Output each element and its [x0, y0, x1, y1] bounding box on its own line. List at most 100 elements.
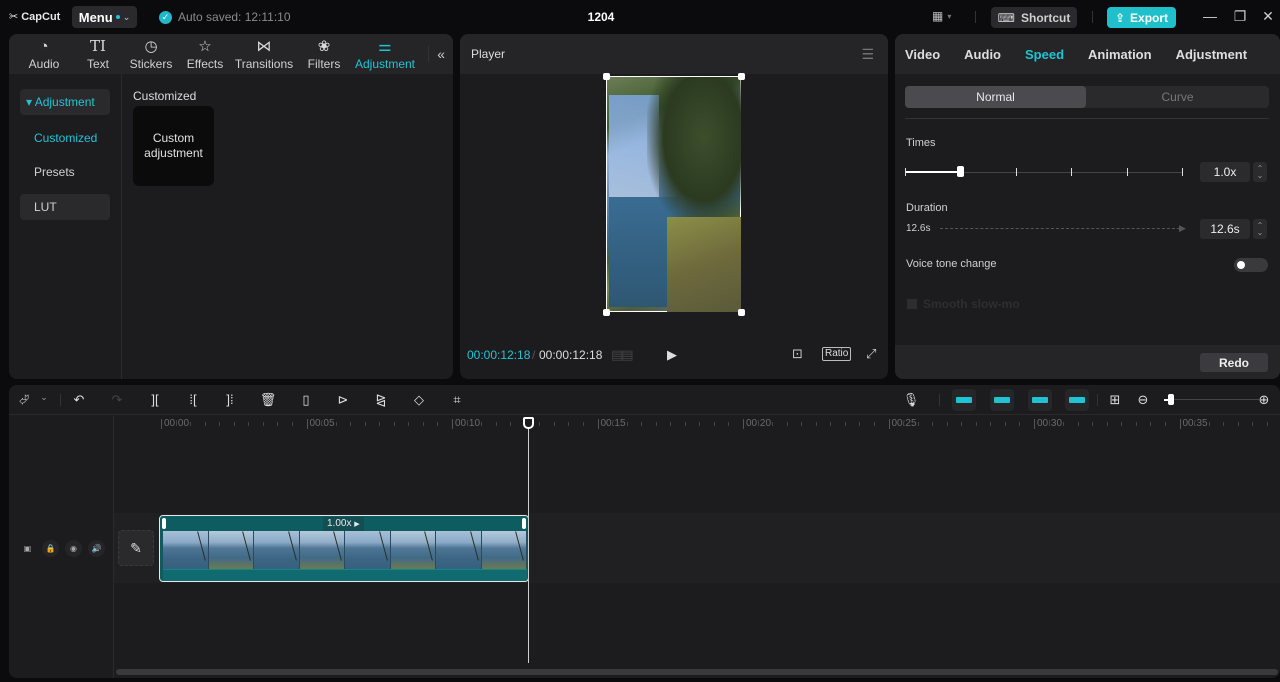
preview-axis-button[interactable]: [1065, 389, 1089, 411]
zoom-in-icon[interactable]: ⊕: [1255, 392, 1273, 408]
video-clip[interactable]: 1.00x ▶: [159, 515, 529, 582]
restore-button[interactable]: ❐: [1230, 8, 1250, 25]
fullscreen-icon[interactable]: ⤢: [866, 346, 876, 362]
tab-stickers[interactable]: ◷ Stickers: [123, 38, 179, 71]
tab-filters[interactable]: ❀ Filters: [297, 38, 351, 71]
play-button[interactable]: ▶: [667, 347, 677, 363]
tab-adjustment[interactable]: ⚌ Adjustment: [351, 38, 419, 71]
undo-icon[interactable]: ↶: [70, 392, 88, 408]
resize-handle[interactable]: [738, 73, 745, 80]
microphone-icon[interactable]: 🎙: [902, 392, 920, 408]
ruler-tick: [728, 422, 730, 426]
ruler-tick: [364, 422, 366, 426]
checkbox: [907, 299, 917, 309]
chevron-down-icon[interactable]: ⌄: [35, 392, 53, 403]
ruler-tick: [335, 422, 337, 426]
shortcut-button[interactable]: ⌨ Shortcut: [991, 7, 1077, 28]
tab-text[interactable]: TI Text: [73, 37, 123, 71]
redo-icon[interactable]: ↷: [108, 392, 126, 408]
ruler-tick: [626, 422, 628, 426]
mirror-icon[interactable]: ⧎: [372, 392, 390, 408]
edit-cover-button[interactable]: ✎: [118, 530, 154, 566]
track-controls: ▣ 🔒 ◉ 🔊: [19, 540, 105, 557]
ruler-tick: [510, 422, 512, 426]
normal-mode-button[interactable]: Normal: [905, 86, 1086, 108]
thumbnail: [208, 531, 254, 569]
eye-icon[interactable]: ◉: [65, 540, 82, 557]
reverse-icon[interactable]: ⊳: [334, 392, 352, 408]
redo-button[interactable]: Redo: [1200, 353, 1268, 372]
divider: [939, 394, 940, 406]
tab-audio[interactable]: ◔ Audio: [15, 38, 73, 71]
zoom-slider-knob[interactable]: [1168, 394, 1174, 405]
lock-icon[interactable]: 🔒: [42, 540, 59, 557]
speaker-icon[interactable]: 🔊: [88, 540, 105, 557]
auto-snap-button[interactable]: [990, 389, 1014, 411]
ruler-tick: [830, 422, 832, 426]
tab-adjustment[interactable]: Adjustment: [1176, 47, 1248, 62]
close-button[interactable]: ✕: [1258, 8, 1278, 25]
playhead-line[interactable]: [528, 419, 529, 663]
times-slider-knob[interactable]: [957, 166, 965, 177]
zoom-view-icon[interactable]: ⊡: [792, 346, 803, 362]
resize-handle[interactable]: [603, 73, 610, 80]
thumbnail: [481, 531, 527, 569]
ruler-tick: [801, 422, 803, 426]
layout-button[interactable]: ▦ ▾: [932, 9, 951, 23]
select-cursor-icon[interactable]: ⮰: [15, 392, 33, 408]
video-preview[interactable]: [606, 76, 741, 312]
ratio-button[interactable]: Ratio: [822, 347, 852, 361]
sidebar-item-lut[interactable]: LUT: [20, 194, 110, 220]
minimize-button[interactable]: —: [1200, 8, 1220, 24]
clip-trim-handle-right[interactable]: [522, 518, 526, 529]
tab-audio[interactable]: Audio: [964, 47, 1001, 62]
timeline-ruler[interactable]: 00:0000:0500:1000:1500:2000:2500:3000:35: [114, 416, 1280, 433]
sidebar-item-customized[interactable]: Customized: [20, 125, 110, 151]
zoom-out-icon[interactable]: ⊖: [1134, 392, 1152, 408]
cover-icon[interactable]: ▣: [19, 540, 36, 557]
thumbnail: [163, 531, 209, 569]
export-button[interactable]: ⇪ Export: [1107, 7, 1176, 28]
timeline-zoom-slider[interactable]: [1164, 399, 1259, 400]
thumbnail: [254, 531, 300, 569]
resize-handle[interactable]: [603, 309, 610, 316]
clip-trim-handle-left[interactable]: [162, 518, 166, 529]
horizontal-scrollbar[interactable]: [116, 669, 1278, 675]
linkage-button[interactable]: [1028, 389, 1052, 411]
tab-transitions[interactable]: ⋈ Transitions: [231, 38, 297, 71]
menu-icon[interactable]: ☰: [861, 46, 874, 63]
grid-icon[interactable]: ▤▤: [611, 347, 634, 363]
crop-icon[interactable]: ⌗: [448, 392, 466, 408]
times-stepper[interactable]: ⌃ ⌄: [1253, 162, 1267, 182]
adjustment-sidebar: ▾ Adjustment Customized Presets LUT: [9, 74, 122, 379]
tab-video[interactable]: Video: [905, 47, 940, 62]
split-right-icon[interactable]: ]⁞: [221, 392, 239, 407]
times-input[interactable]: 1.0x: [1200, 162, 1250, 182]
voice-tone-toggle[interactable]: [1234, 258, 1268, 272]
ruler-tick: [1135, 422, 1137, 426]
main-track-magnet-button[interactable]: [952, 389, 976, 411]
axis-icon: [1069, 397, 1085, 403]
sidebar-item-presets[interactable]: Presets: [20, 159, 110, 185]
ruler-tick: [393, 422, 395, 426]
tab-speed[interactable]: Speed: [1025, 47, 1064, 62]
delete-icon[interactable]: 🗑: [259, 392, 277, 408]
timeline-panel: ⮰ ⌄ ↶ ↷ ][ ⁞[ ]⁞ 🗑 ▯ ⊳ ⧎ ◇ ⌗ 🎙 ⊞ ⊖ ⊕ 00:…: [9, 385, 1280, 678]
curve-mode-button[interactable]: Curve: [1086, 86, 1269, 108]
tab-effects[interactable]: ☆ Effects: [179, 38, 231, 71]
media-tabs: ◔ Audio TI Text ◷ Stickers ☆ Effects ⋈ T…: [9, 34, 453, 74]
split-icon[interactable]: ][: [146, 392, 164, 407]
collapse-panel-icon[interactable]: «: [428, 46, 445, 62]
duration-input[interactable]: 12.6s: [1200, 219, 1250, 239]
resize-handle[interactable]: [738, 309, 745, 316]
zoom-to-fit-icon[interactable]: ⊞: [1106, 392, 1124, 408]
duration-stepper[interactable]: ⌃ ⌄: [1253, 219, 1267, 239]
rotate-icon[interactable]: ◇: [410, 392, 428, 408]
playhead-handle[interactable]: [523, 417, 534, 429]
freeze-icon[interactable]: ▯: [297, 392, 315, 408]
custom-adjustment-card[interactable]: Custom adjustment: [133, 106, 214, 186]
tab-animation[interactable]: Animation: [1088, 47, 1152, 62]
sidebar-item-adjustment[interactable]: ▾ Adjustment: [20, 89, 110, 115]
thumbnail: [390, 531, 436, 569]
split-left-icon[interactable]: ⁞[: [184, 392, 202, 407]
